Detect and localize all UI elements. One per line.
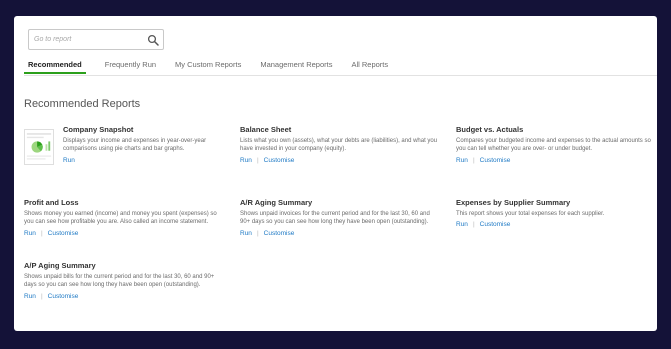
run-link[interactable]: Run [63, 157, 75, 164]
report-title[interactable]: Budget vs. Actuals [456, 125, 656, 134]
tabs-divider [24, 75, 657, 76]
link-separator: | [472, 221, 475, 229]
customise-link[interactable]: Customise [480, 221, 511, 228]
run-link[interactable]: Run [456, 221, 468, 228]
link-separator: | [40, 292, 43, 300]
company-snapshot-thumbnail [24, 129, 54, 165]
report-company-snapshot: Company Snapshot Displays your income an… [63, 125, 233, 164]
reports-panel: Recommended Frequently Run My Custom Rep… [14, 16, 657, 331]
report-description: Displays your income and expenses in yea… [63, 138, 207, 153]
report-title[interactable]: A/P Aging Summary [24, 261, 224, 270]
report-description: Compares your budgeted income and expens… [456, 138, 651, 153]
customise-link[interactable]: Customise [264, 157, 295, 164]
tab-management-reports[interactable]: Management Reports [260, 58, 332, 74]
report-actions: Run [63, 157, 233, 164]
report-budget-vs-actuals: Budget vs. Actuals Compares your budgete… [456, 125, 656, 164]
tab-frequently-run[interactable]: Frequently Run [105, 58, 156, 74]
report-description: Lists what you own (assets), what your d… [240, 138, 438, 153]
tab-my-custom-reports[interactable]: My Custom Reports [175, 58, 241, 74]
report-description: Shows unpaid bills for the current perio… [24, 274, 215, 289]
report-balance-sheet: Balance Sheet Lists what you own (assets… [240, 125, 440, 164]
run-link[interactable]: Run [240, 157, 252, 164]
report-description: This report shows your total expenses fo… [456, 211, 605, 217]
link-separator: | [472, 156, 475, 164]
report-description: Shows unpaid invoices for the current pe… [240, 211, 430, 226]
report-ap-aging-summary: A/P Aging Summary Shows unpaid bills for… [24, 261, 224, 300]
tab-recommended[interactable]: Recommended [24, 58, 86, 74]
run-link[interactable]: Run [456, 157, 468, 164]
customise-link[interactable]: Customise [48, 230, 79, 237]
link-separator: | [256, 156, 259, 164]
search-input[interactable] [29, 30, 141, 49]
section-title: Recommended Reports [24, 98, 141, 110]
report-tabs: Recommended Frequently Run My Custom Rep… [24, 58, 407, 76]
run-link[interactable]: Run [24, 230, 36, 237]
link-separator: | [256, 229, 259, 237]
link-separator: | [40, 229, 43, 237]
run-link[interactable]: Run [24, 293, 36, 300]
report-profit-and-loss: Profit and Loss Shows money you earned (… [24, 198, 222, 237]
report-actions: Run | Customise [456, 157, 656, 164]
tab-all-reports[interactable]: All Reports [351, 58, 388, 74]
report-title[interactable]: Balance Sheet [240, 125, 440, 134]
report-title[interactable]: A/R Aging Summary [240, 198, 440, 207]
search-icon[interactable] [147, 34, 159, 46]
report-description: Shows money you earned (income) and mone… [24, 211, 217, 226]
report-actions: Run | Customise [24, 293, 224, 300]
report-actions: Run | Customise [456, 221, 656, 228]
customise-link[interactable]: Customise [264, 230, 295, 237]
customise-link[interactable]: Customise [480, 157, 511, 164]
report-actions: Run | Customise [24, 230, 222, 237]
run-link[interactable]: Run [240, 230, 252, 237]
report-actions: Run | Customise [240, 230, 440, 237]
report-title[interactable]: Expenses by Supplier Summary [456, 198, 656, 207]
report-title[interactable]: Profit and Loss [24, 198, 222, 207]
search-box[interactable] [28, 29, 164, 50]
report-expenses-by-supplier-summary: Expenses by Supplier Summary This report… [456, 198, 656, 228]
customise-link[interactable]: Customise [48, 293, 79, 300]
report-ar-aging-summary: A/R Aging Summary Shows unpaid invoices … [240, 198, 440, 237]
report-title[interactable]: Company Snapshot [63, 125, 233, 134]
report-actions: Run | Customise [240, 157, 440, 164]
